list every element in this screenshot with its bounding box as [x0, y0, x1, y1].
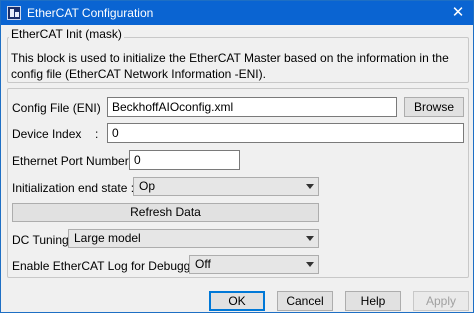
dropdown-arrow-icon [306, 262, 314, 267]
device-index-input[interactable]: 0 [107, 123, 464, 143]
browse-button[interactable]: Browse [404, 97, 464, 117]
dialog-window: EtherCAT Configuration ✕ EtherCAT Init (… [0, 0, 474, 313]
config-file-label: Config File (ENI) [12, 101, 101, 115]
app-icon [7, 6, 21, 20]
dropdown-arrow-icon [306, 236, 314, 241]
apply-button[interactable]: Apply [413, 291, 469, 311]
dc-tuning-value: Large model [74, 231, 141, 245]
refresh-data-button[interactable]: Refresh Data [12, 203, 319, 222]
dropdown-arrow-icon [306, 184, 314, 189]
log-debug-select[interactable]: Off [189, 255, 319, 274]
init-end-state-label: Initialization end state : [12, 181, 135, 195]
ethernet-port-input[interactable]: 0 [129, 150, 240, 170]
dc-tuning-label: DC Tuning [12, 233, 69, 247]
dc-tuning-select[interactable]: Large model [68, 229, 319, 248]
config-file-input[interactable]: BeckhoffAIOconfig.xml [107, 97, 397, 117]
mask-legend: EtherCAT Init (mask) [9, 27, 124, 41]
ok-button[interactable]: OK [209, 291, 265, 311]
cancel-button[interactable]: Cancel [277, 291, 333, 311]
mask-description: This block is used to initialize the Eth… [11, 51, 449, 81]
title-bar[interactable]: EtherCAT Configuration ✕ [1, 1, 473, 25]
help-button[interactable]: Help [345, 291, 401, 311]
device-index-label: Device Index [12, 127, 82, 141]
ethernet-port-label: Ethernet Port Number: [12, 154, 133, 168]
window-title: EtherCAT Configuration [27, 6, 154, 20]
close-icon[interactable]: ✕ [449, 4, 467, 22]
device-index-colon: : [95, 127, 99, 141]
init-end-state-value: Op [139, 179, 156, 193]
log-debug-label: Enable EtherCAT Log for Debugging [12, 259, 207, 273]
init-end-state-select[interactable]: Op [133, 177, 319, 196]
log-debug-value: Off [195, 257, 211, 271]
